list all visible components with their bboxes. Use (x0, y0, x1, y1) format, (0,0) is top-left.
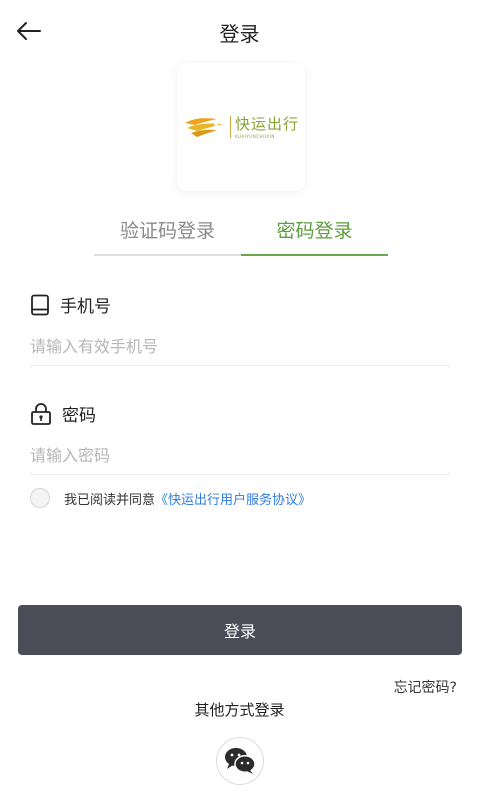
app-logo-card: 快运出行 KUAIYUNCHUXIN (177, 63, 305, 191)
logo-text-cn: 快运出行 (234, 114, 299, 133)
forgot-password-link[interactable]: 忘记密码? (394, 677, 457, 697)
login-tabs: 验证码登录 密码登录 (94, 216, 388, 256)
tab-password-login[interactable]: 密码登录 (241, 216, 388, 256)
phone-icon (30, 294, 50, 316)
wechat-login-button[interactable] (216, 737, 264, 785)
tab-code-login[interactable]: 验证码登录 (94, 216, 241, 256)
password-input[interactable] (30, 437, 450, 475)
app-logo: 快运出行 KUAIYUNCHUXIN (183, 114, 299, 140)
wechat-icon (225, 748, 256, 774)
agreement-checkbox[interactable] (30, 488, 50, 508)
header: 登录 (0, 0, 479, 62)
bird-logo-icon (184, 118, 223, 137)
password-field-label: 密码 (30, 401, 96, 426)
phone-input[interactable] (30, 328, 450, 366)
login-button[interactable]: 登录 (18, 605, 462, 655)
phone-field-label: 手机号 (30, 292, 111, 317)
page-title: 登录 (219, 22, 260, 46)
agreement-row: 我已阅读并同意 《快运出行用户服务协议》 (30, 488, 311, 508)
other-login-label: 其他方式登录 (194, 701, 285, 719)
password-label-text: 密码 (62, 406, 96, 426)
phone-label-text: 手机号 (60, 297, 111, 317)
logo-text-en: KUAIYUNCHUXIN (234, 133, 275, 139)
agreement-text: 我已阅读并同意 (64, 492, 156, 508)
agreement-link[interactable]: 《快运出行用户服务协议》 (155, 489, 311, 508)
logo-divider (229, 116, 231, 138)
lock-icon (30, 402, 52, 426)
